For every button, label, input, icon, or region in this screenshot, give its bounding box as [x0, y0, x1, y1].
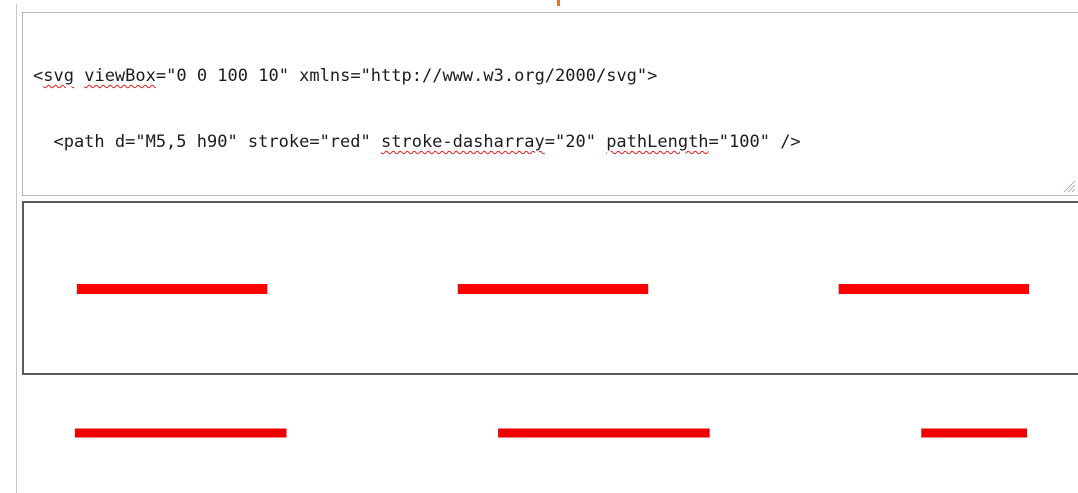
dash-segment — [838, 284, 1030, 294]
reference-dash-segment — [498, 428, 710, 438]
top-accent-bar — [557, 0, 560, 6]
code-token-misspelled: pathLength — [606, 132, 709, 152]
code-token-misspelled: stroke-dasharray — [381, 132, 545, 152]
reference-dash-segment — [74, 428, 287, 438]
code-token: <path d="M5,5 h90" stroke="red" — [33, 132, 381, 152]
page-left-border — [16, 4, 17, 493]
dash-segment — [457, 284, 649, 294]
code-token: ="20" — [544, 132, 607, 152]
code-editor[interactable]: <svg viewBox="0 0 100 10" xmlns="http://… — [22, 12, 1078, 196]
reference-output — [22, 384, 1078, 484]
code-token: < — [33, 66, 44, 86]
reference-dash-segment — [921, 428, 1028, 438]
rendered-output-frame — [22, 201, 1078, 375]
reference-svg — [74, 428, 1028, 438]
rendered-svg — [76, 284, 1030, 294]
code-token-misspelled: viewBox — [84, 66, 156, 86]
code-line-2: <path d="M5,5 h90" stroke="red" stroke-d… — [33, 131, 1078, 153]
resize-grip-icon[interactable] — [1062, 179, 1076, 193]
code-token-misspelled: svg — [43, 66, 74, 86]
code-line-1: <svg viewBox="0 0 100 10" xmlns="http://… — [33, 65, 1078, 87]
code-token: ="100" /> — [708, 132, 801, 152]
code-token: ="0 0 100 10" xmlns="http://www.w3.org/2… — [155, 66, 658, 86]
dash-segment — [76, 284, 268, 294]
